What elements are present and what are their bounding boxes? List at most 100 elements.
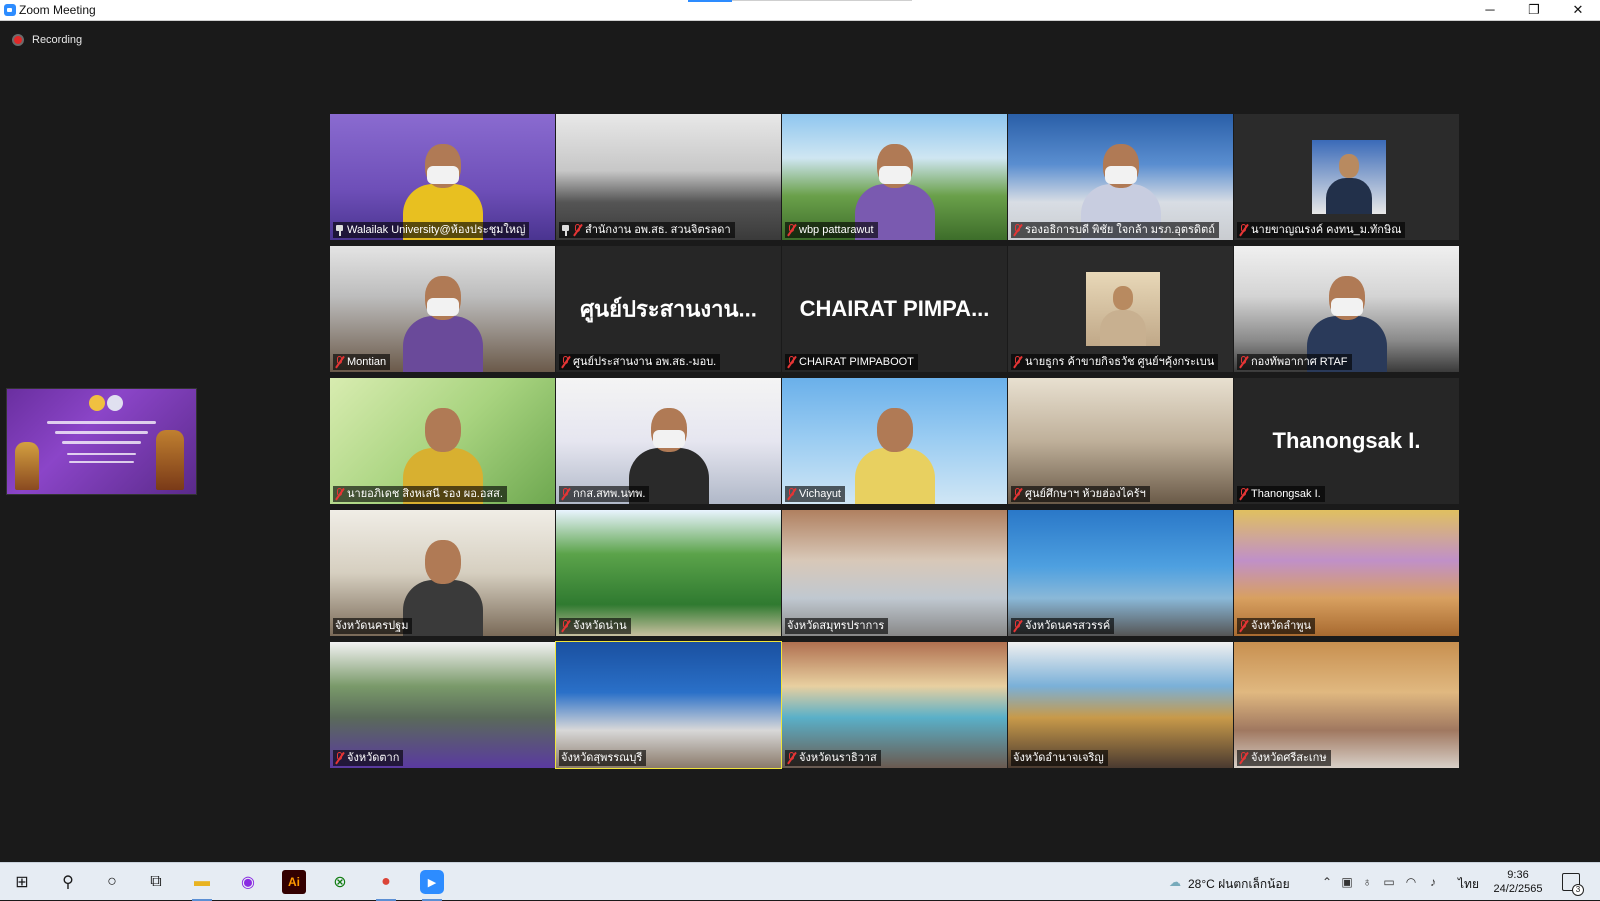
participant-name: จังหวัดนราธิวาส xyxy=(799,752,877,764)
participant-name: ศูนย์ศึกษาฯ ห้วยฮ่องไคร้ฯ xyxy=(1025,488,1146,500)
participant-figure xyxy=(854,408,935,504)
participant-name-label: นายขาญณรงค์ คงทน_ม.ทักษิณ xyxy=(1237,222,1406,238)
participant-tile[interactable]: Montian xyxy=(330,246,555,372)
microphone-muted-icon xyxy=(561,356,570,368)
participant-name-label: กกส.สทพ.นทพ. xyxy=(559,486,650,502)
task-view-icon[interactable]: ⧉ xyxy=(144,870,168,894)
participant-tile[interactable]: กองทัพอากาศ RTAF xyxy=(1234,246,1459,372)
notification-center-icon[interactable]: 3 xyxy=(1562,873,1584,896)
microphone-muted-icon xyxy=(787,752,796,764)
zoom-app-icon xyxy=(4,4,16,16)
participant-tile[interactable]: จังหวัดลำพูน xyxy=(1234,510,1459,636)
participant-tile[interactable]: จังหวัดสุพรรณบุรี xyxy=(555,641,782,769)
participant-name: จังหวัดศรีสะเกษ xyxy=(1251,752,1327,764)
share-indicator-track xyxy=(732,0,912,1)
participant-name-label: กองทัพอากาศ RTAF xyxy=(1237,354,1352,370)
participant-name: จังหวัดน่าน xyxy=(573,620,627,632)
participant-tile[interactable]: จังหวัดน่าน xyxy=(556,510,781,636)
profile-photo xyxy=(1312,140,1386,214)
participant-tile[interactable]: จังหวัดตาก xyxy=(330,642,555,768)
microphone-muted-icon xyxy=(335,356,344,368)
clock[interactable]: 9:36 24/2/2565 xyxy=(1486,868,1550,896)
microphone-muted-icon xyxy=(1013,356,1022,368)
participant-tile[interactable]: รองอธิการบดี พิชัย ใจกล้า มรภ.อุตรดิตถ์ xyxy=(1008,114,1233,240)
weather-icon[interactable]: ☁ xyxy=(1168,875,1182,889)
participant-tile[interactable]: จังหวัดสมุทรปราการ xyxy=(782,510,1007,636)
microphone-muted-icon xyxy=(561,620,570,632)
microphone-muted-icon xyxy=(1239,752,1248,764)
participant-name: นายอภิเดช สิงหเสนี รอง ผอ.อสส. xyxy=(347,488,503,500)
participant-name-label: Walailak University@ห้องประชุมใหญ่ xyxy=(333,222,530,238)
participant-name: Thanongsak I. xyxy=(1251,488,1321,500)
xbox-icon[interactable]: ⊗ xyxy=(328,870,352,894)
participant-name: สำนักงาน อพ.สธ. สวนจิตรลดา xyxy=(585,224,731,236)
clock-date: 24/2/2565 xyxy=(1493,883,1543,895)
recording-indicator[interactable]: Recording xyxy=(12,32,82,48)
participant-tile[interactable]: wbp pattarawut xyxy=(782,114,1007,240)
participant-name-label: Thanongsak I. xyxy=(1237,486,1325,502)
participant-tile[interactable]: จังหวัดนราธิวาส xyxy=(782,642,1007,768)
recording-icon xyxy=(12,34,24,46)
input-language[interactable]: ไทย xyxy=(1458,875,1479,894)
participant-name-label: Vichayut xyxy=(785,486,845,502)
volume-muted-icon[interactable]: ♪ xyxy=(1426,875,1440,889)
close-button[interactable]: ✕ xyxy=(1556,0,1600,21)
windows-start-icon[interactable]: ⊞ xyxy=(10,870,34,894)
participant-tile[interactable]: Thanongsak I. Thanongsak I. xyxy=(1234,378,1459,504)
window-title: Zoom Meeting xyxy=(19,3,96,17)
zoom-taskbar-icon[interactable]: ▶ xyxy=(420,870,444,901)
participant-tile[interactable]: Walailak University@ห้องประชุมใหญ่ xyxy=(330,114,555,240)
cortana-icon[interactable]: ○ xyxy=(100,870,124,894)
pin-icon xyxy=(335,224,344,236)
microphone-muted-icon xyxy=(1239,488,1248,500)
participant-tile[interactable]: จังหวัดศรีสะเกษ xyxy=(1234,642,1459,768)
participant-name-label: จังหวัดน่าน xyxy=(559,618,631,634)
participant-name-label: จังหวัดอำนาจเจริญ xyxy=(1011,750,1108,766)
weather-text[interactable]: 28°C ฝนตกเล็กน้อย xyxy=(1188,875,1290,894)
participant-tile[interactable]: ศูนย์ศึกษาฯ ห้วยฮ่องไคร้ฯ xyxy=(1008,378,1233,504)
participant-name-label: จังหวัดศรีสะเกษ xyxy=(1237,750,1331,766)
participant-tile[interactable]: จังหวัดนครสวรรค์ xyxy=(1008,510,1233,636)
wifi-icon[interactable]: ◠ xyxy=(1404,875,1418,889)
chevron-up-icon[interactable]: ⌃ xyxy=(1320,875,1334,889)
minimize-button[interactable]: ─ xyxy=(1468,0,1512,21)
restore-button[interactable]: ❐ xyxy=(1512,0,1556,21)
illustrator-icon[interactable]: Ai xyxy=(282,870,306,894)
microphone-muted-icon xyxy=(787,356,796,368)
participant-tile[interactable]: Vichayut xyxy=(782,378,1007,504)
participant-name-label: wbp pattarawut xyxy=(785,222,878,238)
participant-tile[interactable]: นายธูกร ค้าขายกิจธวัช ศูนย์ฯคุ้งกระเบน xyxy=(1008,246,1233,372)
participant-name-label: นายอภิเดช สิงหเสนี รอง ผอ.อสส. xyxy=(333,486,507,502)
participant-tile[interactable]: นายขาญณรงค์ คงทน_ม.ทักษิณ xyxy=(1234,114,1459,240)
participant-display-name: Thanongsak I. xyxy=(1272,428,1421,453)
participant-tile[interactable]: จังหวัดนครปฐม xyxy=(330,510,555,636)
participant-name: จังหวัดสมุทรปราการ xyxy=(787,620,885,632)
participant-name-label: จังหวัดนครปฐม xyxy=(333,618,413,634)
microphone-muted-icon xyxy=(1239,356,1248,368)
participant-name-label: จังหวัดสมุทรปราการ xyxy=(785,618,889,634)
file-explorer-icon[interactable]: ▬ xyxy=(190,870,214,901)
participant-name: จังหวัดอำนาจเจริญ xyxy=(1013,752,1104,764)
microphone-muted-icon xyxy=(1013,620,1022,632)
participant-tile[interactable]: จังหวัดอำนาจเจริญ xyxy=(1008,642,1233,768)
participant-tile[interactable]: CHAIRAT PIMPA... CHAIRAT PIMPABOOT xyxy=(782,246,1007,372)
shared-screen-thumbnail[interactable] xyxy=(6,388,197,495)
dancer-figure xyxy=(15,442,39,490)
participant-name-label: CHAIRAT PIMPABOOT xyxy=(785,354,918,370)
battery-icon[interactable]: ▭ xyxy=(1382,875,1396,889)
share-indicator-bar xyxy=(688,0,732,2)
meet-now-icon[interactable]: ▣ xyxy=(1340,875,1354,889)
search-icon[interactable]: ⚲ xyxy=(56,870,80,894)
participant-tile[interactable]: นายอภิเดช สิงหเสนี รอง ผอ.อสส. xyxy=(330,378,555,504)
microphone-icon[interactable]: ♁ xyxy=(1360,875,1374,889)
participant-tile[interactable]: สำนักงาน อพ.สธ. สวนจิตรลดา xyxy=(556,114,781,240)
dancer-figure xyxy=(156,430,184,490)
participant-tile[interactable]: ศูนย์ประสานงาน... ศูนย์ประสานงาน อพ.สธ.-ม… xyxy=(556,246,781,372)
microphone-muted-icon xyxy=(1013,488,1022,500)
chrome-icon[interactable]: ● xyxy=(374,870,398,901)
participant-figure xyxy=(402,276,483,372)
participant-name-label: จังหวัดนราธิวาส xyxy=(785,750,881,766)
participant-tile[interactable]: กกส.สทพ.นทพ. xyxy=(556,378,781,504)
screen-recorder-icon[interactable]: ◉ xyxy=(236,870,260,894)
participant-name: จังหวัดสุพรรณบุรี xyxy=(561,752,643,764)
